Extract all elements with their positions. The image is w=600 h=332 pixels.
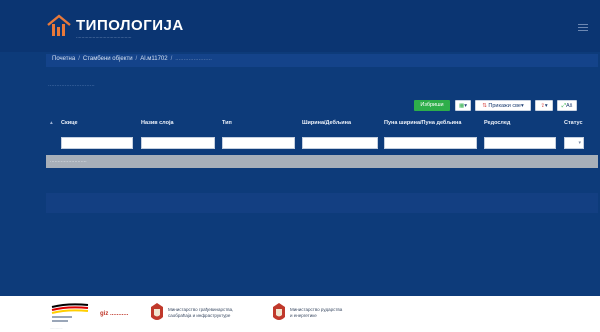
filter-input-sketch[interactable] — [61, 137, 133, 149]
clear-button[interactable]: Избриши — [414, 100, 450, 111]
breadcrumb: Почетна / Стамбени објекти / Al.м11702/.....… — [52, 56, 212, 62]
column-header-type[interactable]: Тип — [222, 120, 232, 126]
empty-table-message: ........................ — [50, 158, 87, 164]
export-button[interactable]: ⇪▾ — [535, 100, 553, 111]
reset-button[interactable]: ⤢Aš — [557, 100, 577, 111]
breadcrumb-item-buildings[interactable]: Стамбени објекти — [83, 56, 133, 62]
breadcrumb-separator: / — [78, 56, 80, 62]
table-header-row: ▴ Скице Назив слоја Тип Ширина/Дебљина П… — [46, 118, 598, 130]
column-header-width[interactable]: Ширина/Дебљина — [302, 120, 351, 126]
filter-input-full-width[interactable] — [384, 137, 477, 149]
german-cooperation-logo — [51, 303, 89, 322]
filter-input-order[interactable] — [484, 137, 556, 149]
filter-row: ▾ — [46, 132, 598, 152]
chevron-down-icon: ▾ — [521, 103, 524, 109]
partner-text-1: ............... — [50, 326, 63, 330]
ministry-2-text: Министарство рударства и енергетике — [290, 307, 342, 319]
serbian-coat-of-arms-icon — [151, 303, 163, 320]
serbian-coat-of-arms-icon — [273, 303, 285, 320]
app-header: ТИПОЛОГИЈА .............................… — [0, 0, 600, 52]
panel-title: ............................ — [48, 82, 95, 88]
columns-show-icon: ⇅ — [482, 103, 487, 109]
breadcrumb-item-home[interactable]: Почетна — [52, 56, 75, 62]
column-selector-icon[interactable]: ▴ — [50, 120, 53, 126]
hamburger-menu-icon[interactable] — [578, 24, 588, 31]
breadcrumb-bar: Почетна / Стамбени објекти / Al.м11702/.....… — [46, 54, 598, 67]
show-all-label: Прикажи све — [488, 103, 521, 109]
column-header-status[interactable]: Статус — [564, 120, 583, 126]
reset-label: Aš — [565, 103, 573, 109]
column-header-full-width[interactable]: Пуна ширина/Пуна дебљина — [384, 120, 461, 126]
brand-name[interactable]: ТИПОЛОГИЈА — [76, 17, 184, 34]
ministry-1-line-2: саобраћаја и инфраструктуре — [168, 313, 231, 318]
brand-subtitle: ........................................ — [76, 34, 132, 40]
column-toggle-button[interactable]: ▦▾ — [455, 100, 471, 111]
column-header-order[interactable]: Редослед — [484, 120, 510, 126]
breadcrumb-item-code[interactable]: Al.м11702 — [140, 56, 167, 62]
column-header-layer-name[interactable]: Назив слоја — [141, 120, 174, 126]
ministry-2-line-2: и енергетике — [290, 313, 317, 318]
sponsor-footer: ............... giz ........... Министар… — [0, 296, 600, 332]
table-footer-band — [46, 193, 598, 213]
table-toolbar: Избриши ▦▾ ⇅ Прикажи све▾ ⇪▾ ⤢Aš — [414, 100, 598, 111]
breadcrumb-separator: / — [170, 56, 173, 62]
ministry-1-text: Министарство грађевинарства, саобраћаја … — [168, 307, 233, 319]
giz-logo: giz ........... — [100, 311, 129, 317]
chevron-down-icon: ▾ — [464, 103, 467, 109]
empty-table-message-row: ........................ — [46, 155, 598, 168]
filter-input-width[interactable] — [302, 137, 378, 149]
breadcrumb-item-current: ...................... — [175, 56, 212, 62]
filter-select-status[interactable]: ▾ — [564, 137, 584, 149]
breadcrumb-separator: / — [135, 56, 138, 62]
chevron-down-icon: ▾ — [544, 103, 548, 109]
show-all-button[interactable]: ⇅ Прикажи све▾ — [475, 100, 531, 111]
filter-input-layer-name[interactable] — [141, 137, 215, 149]
app-shell: ТИПОЛОГИЈА .............................… — [0, 0, 600, 296]
house-logo-icon[interactable] — [46, 13, 72, 39]
column-header-sketch[interactable]: Скице — [61, 120, 78, 126]
filter-input-type[interactable] — [222, 137, 295, 149]
